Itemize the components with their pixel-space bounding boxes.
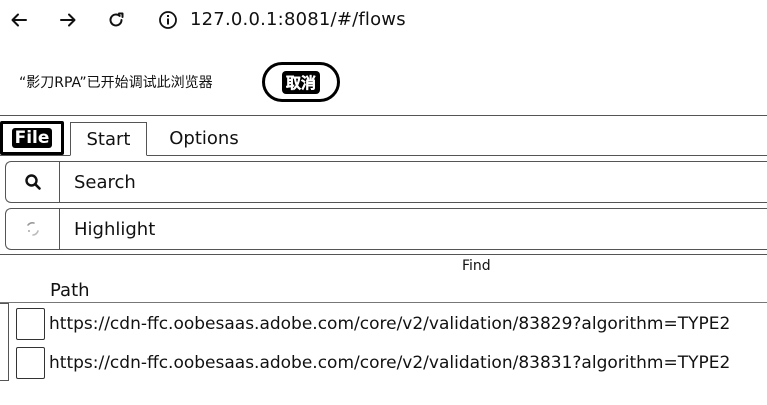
arrow-left-icon: [11, 13, 27, 27]
table-row[interactable]: https://cdn-ffc.oobesaas.adobe.com/core/…: [16, 306, 767, 342]
tabs-top-divider: [0, 115, 767, 116]
row-path[interactable]: https://cdn-ffc.oobesaas.adobe.com/core/…: [49, 353, 730, 373]
table-row[interactable]: https://cdn-ffc.oobesaas.adobe.com/core/…: [16, 345, 767, 381]
row-checkbox[interactable]: [16, 347, 45, 379]
tab-options[interactable]: Options: [156, 122, 252, 155]
cancel-debug-label: 取消: [281, 70, 320, 94]
search-field[interactable]: Search: [5, 161, 767, 203]
tab-file-label: File: [11, 128, 53, 148]
back-button[interactable]: [5, 6, 33, 34]
tab-start[interactable]: Start: [70, 122, 147, 156]
column-header-path[interactable]: Path: [50, 280, 90, 301]
highlight-icon: [26, 222, 39, 236]
address-bar-url[interactable]: 127.0.0.1:8081/#/flows: [190, 9, 406, 30]
row-checkbox[interactable]: [16, 308, 45, 340]
highlight-field[interactable]: Highlight: [5, 208, 767, 250]
browser-toolbar: 127.0.0.1:8081/#/flows: [0, 0, 767, 42]
highlight-input[interactable]: Highlight: [60, 219, 155, 240]
arrow-right-icon: [60, 13, 76, 27]
debug-notice-text: “影刀RPA”已开始调试此浏览器: [19, 75, 213, 91]
table-left-rail: [0, 303, 9, 381]
cancel-debug-button[interactable]: 取消: [262, 62, 340, 102]
find-section-label: Find: [462, 258, 491, 274]
reload-button[interactable]: [102, 6, 130, 34]
tab-file[interactable]: File: [0, 121, 64, 155]
highlight-icon-box: [6, 209, 60, 249]
search-icon-box: [6, 162, 60, 202]
find-divider: [0, 254, 767, 255]
table-header-divider: [0, 302, 767, 303]
forward-button[interactable]: [54, 6, 82, 34]
search-input[interactable]: Search: [60, 172, 136, 193]
reload-icon: [109, 12, 124, 27]
info-icon[interactable]: [158, 10, 178, 30]
search-icon: [24, 174, 41, 190]
row-path[interactable]: https://cdn-ffc.oobesaas.adobe.com/core/…: [49, 314, 730, 334]
